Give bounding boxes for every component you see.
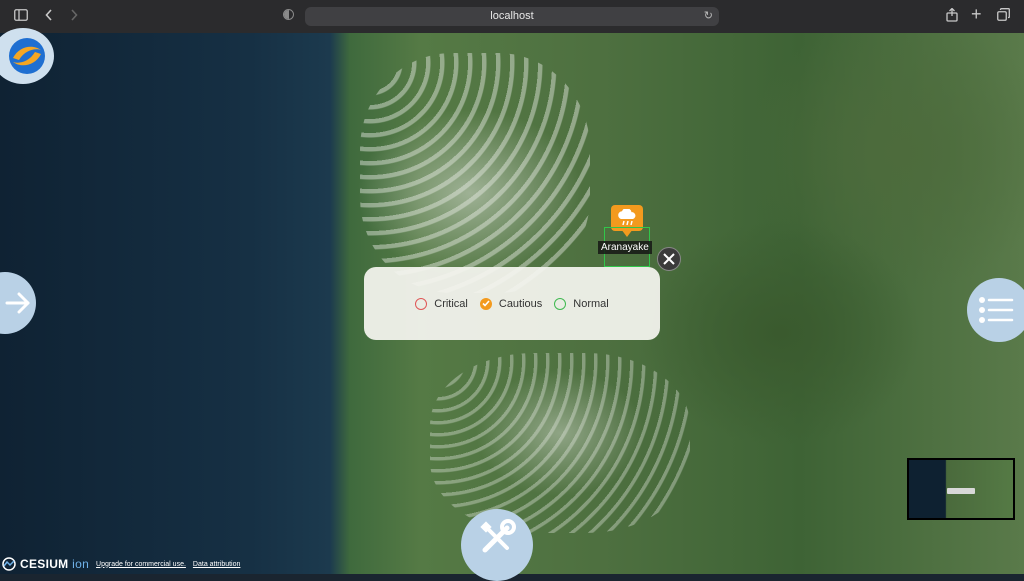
legend-item-normal[interactable]: Normal: [554, 297, 609, 310]
url-text: localhost: [490, 10, 534, 22]
legend-label: Normal: [573, 297, 609, 310]
app-logo-button[interactable]: [0, 28, 54, 84]
share-icon[interactable]: [946, 7, 958, 25]
list-menu-icon: [979, 297, 1014, 323]
tools-button[interactable]: [461, 509, 533, 581]
address-bar[interactable]: localhost ↻: [305, 7, 719, 26]
normal-radio[interactable]: [554, 297, 567, 310]
tabs-overview-icon[interactable]: [997, 8, 1010, 24]
sidebar-toggle-icon[interactable]: [14, 8, 28, 24]
back-icon[interactable]: [45, 8, 53, 24]
new-tab-icon[interactable]: +: [971, 5, 982, 23]
critical-radio[interactable]: [415, 297, 428, 310]
legend-label: Cautious: [498, 297, 543, 310]
cesium-logo-icon: [2, 557, 16, 571]
marker-label: Aranayake: [598, 241, 652, 254]
tools-icon: [480, 519, 516, 553]
forward-icon[interactable]: [70, 8, 78, 24]
legend-item-critical[interactable]: Critical: [415, 297, 468, 310]
cesium-attribution: CESIUM ion Upgrade for commercial use. D…: [2, 554, 240, 574]
checkmark-icon: [482, 300, 490, 307]
landslide-warning-icon: [618, 209, 636, 226]
data-attribution-link[interactable]: Data attribution: [193, 561, 240, 568]
reload-icon[interactable]: ↻: [704, 7, 713, 26]
status-filter-legend: Critical Cautious Normal: [364, 267, 660, 340]
upgrade-link[interactable]: Upgrade for commercial use.: [96, 561, 186, 568]
app-logo-icon: [9, 38, 45, 74]
list-menu-button[interactable]: [967, 278, 1024, 342]
close-button[interactable]: [657, 247, 681, 271]
satellite-imagery: [360, 53, 590, 293]
legend-label: Critical: [434, 297, 468, 310]
arrow-right-icon: [5, 292, 30, 314]
satellite-imagery: [430, 353, 690, 533]
overview-minimap[interactable]: [907, 458, 1015, 520]
browser-toolbar: localhost ↻ +: [0, 0, 1024, 34]
cautious-radio[interactable]: [479, 297, 492, 310]
cesium-brand: CESIUM ion: [20, 557, 90, 571]
close-icon: [663, 253, 675, 265]
legend-item-cautious[interactable]: Cautious: [479, 297, 543, 310]
minimap-viewport-indicator: [947, 488, 975, 494]
privacy-shield-icon[interactable]: [283, 9, 294, 20]
